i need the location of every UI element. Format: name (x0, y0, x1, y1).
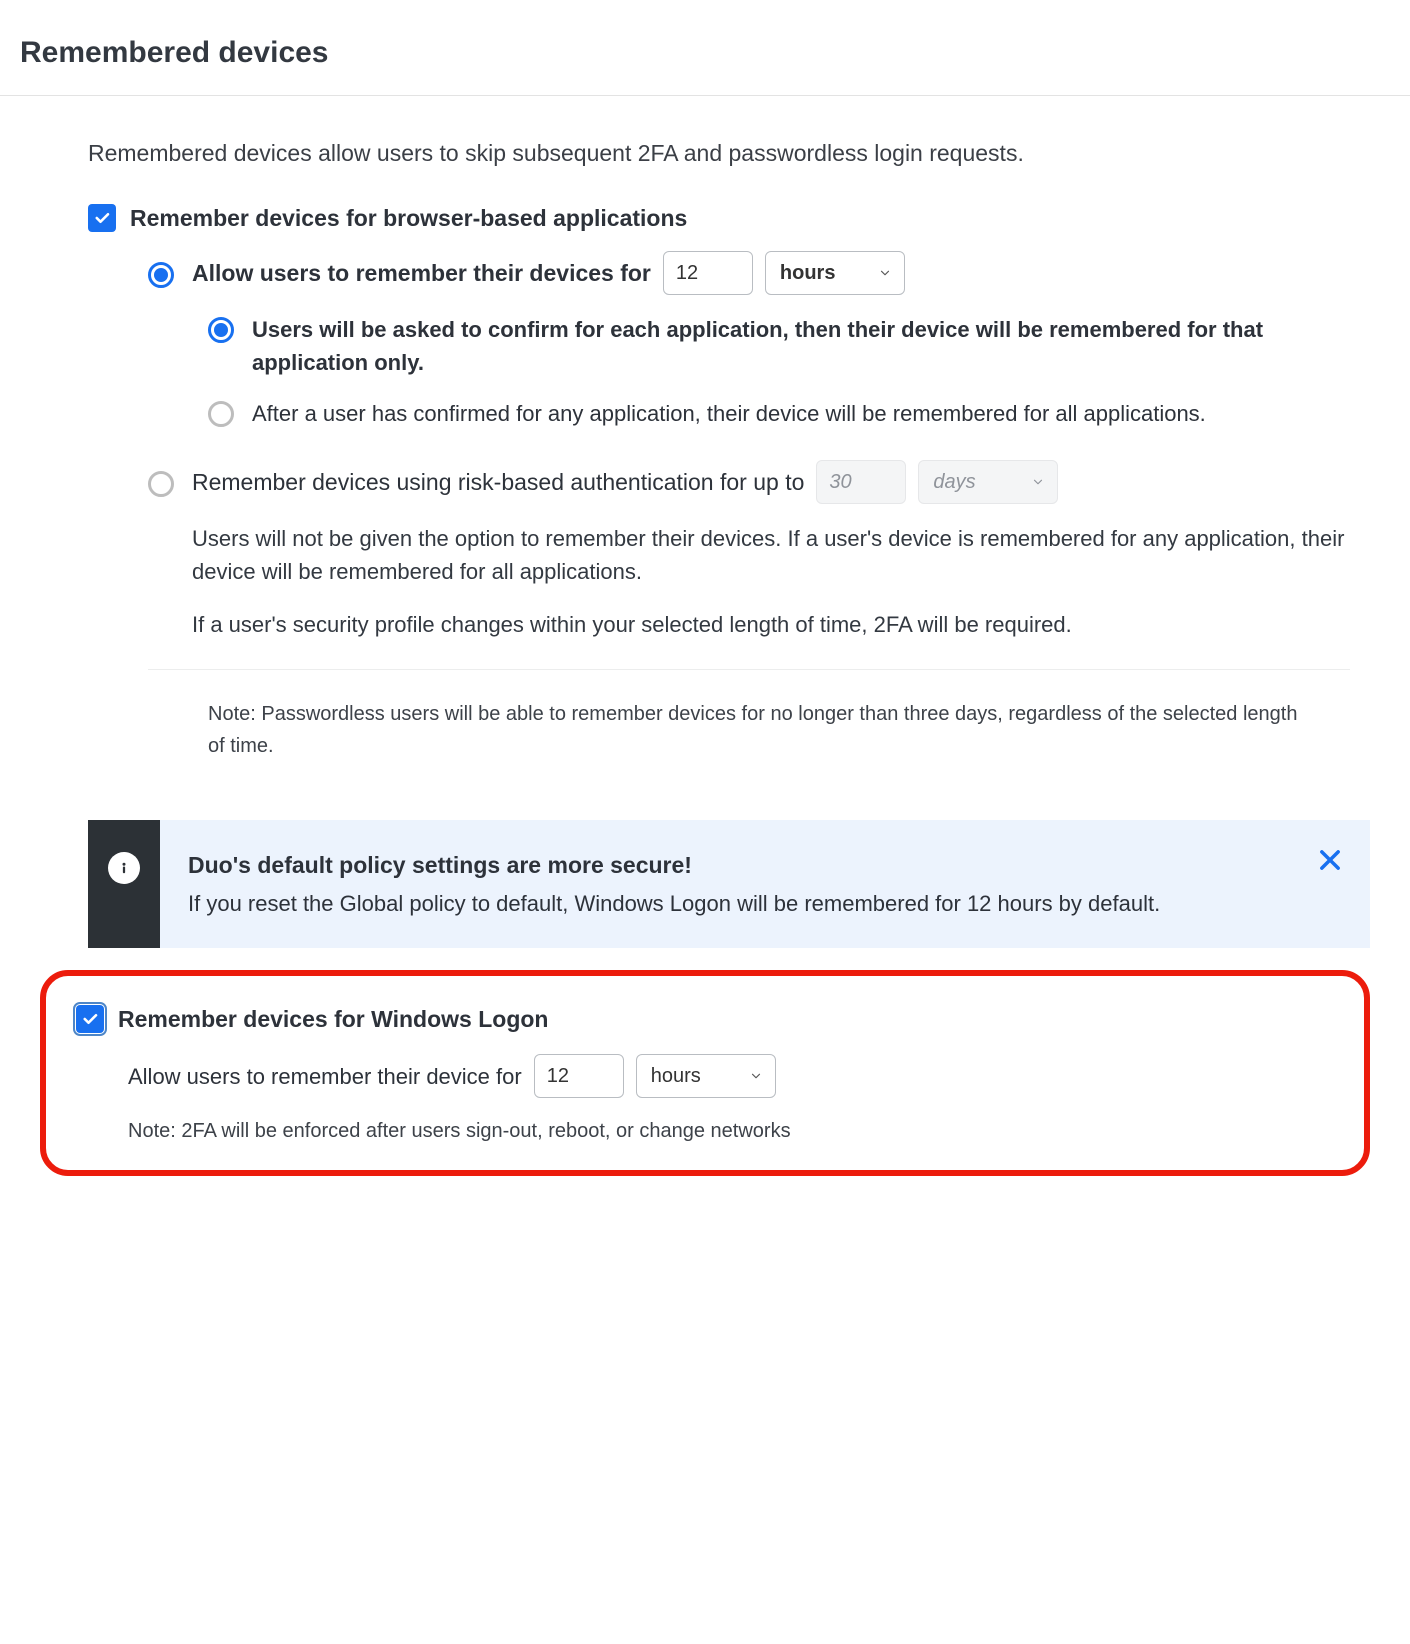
browser-duration-unit-value: hours (780, 258, 836, 288)
close-icon (1316, 846, 1344, 874)
windows-duration-input[interactable] (534, 1054, 624, 1098)
passwordless-note: Note: Passwordless users will be able to… (208, 698, 1310, 762)
banner-body: Duo's default policy settings are more s… (160, 820, 1370, 948)
banner-title: Duo's default policy settings are more s… (188, 848, 1310, 883)
banner-text: If you reset the Global policy to defaul… (188, 891, 1160, 916)
risk-duration-unit-select: days (918, 460, 1058, 504)
radio-risk-based-control[interactable] (148, 471, 174, 497)
check-icon (93, 209, 111, 227)
radio-allow-duration-control[interactable] (148, 262, 174, 288)
browser-duration-unit-select[interactable]: hours (765, 251, 905, 295)
remember-browser-checkbox[interactable] (88, 204, 116, 232)
windows-duration-unit-value: hours (651, 1061, 701, 1091)
remember-windows-label: Remember devices for Windows Logon (118, 1002, 548, 1037)
banner-close-button[interactable] (1316, 846, 1344, 874)
risk-duration-unit-value: days (933, 467, 975, 497)
radio-confirm-each-app-label: Users will be asked to confirm for each … (252, 313, 1350, 379)
windows-logon-section: Remember devices for Windows Logon Allow… (40, 970, 1370, 1177)
remember-windows-checkbox-row[interactable]: Remember devices for Windows Logon (76, 1002, 1334, 1037)
remember-browser-checkbox-row[interactable]: Remember devices for browser-based appli… (88, 201, 1350, 236)
remember-windows-checkbox[interactable] (76, 1005, 104, 1033)
banner-dark-strip (88, 820, 160, 948)
intro-text: Remembered devices allow users to skip s… (88, 136, 1350, 171)
windows-duration-prefix: Allow users to remember their device for (128, 1060, 522, 1093)
radio-risk-based[interactable]: Remember devices using risk-based authen… (148, 460, 1350, 504)
windows-note: Note: 2FA will be enforced after users s… (128, 1116, 1334, 1146)
risk-desc-1: Users will not be given the option to re… (192, 522, 1350, 588)
info-icon (108, 852, 140, 884)
allow-duration-prefix: Allow users to remember their devices fo… (192, 256, 651, 291)
chevron-down-icon (878, 266, 892, 280)
radio-confirm-each-app-control[interactable] (208, 317, 234, 343)
radio-allow-duration-label: Allow users to remember their devices fo… (192, 251, 905, 295)
radio-risk-based-label: Remember devices using risk-based authen… (192, 460, 1058, 504)
radio-confirm-each-app[interactable]: Users will be asked to confirm for each … (208, 313, 1350, 379)
chevron-down-icon (749, 1069, 763, 1083)
settings-panel: Remembered devices allow users to skip s… (0, 95, 1410, 810)
risk-desc-2: If a user's security profile changes wit… (192, 608, 1350, 641)
radio-allow-duration[interactable]: Allow users to remember their devices fo… (148, 251, 1350, 295)
section-title: Remembered devices (20, 30, 1410, 75)
info-banner: Duo's default policy settings are more s… (88, 820, 1370, 948)
radio-confirm-any-app[interactable]: After a user has confirmed for any appli… (208, 397, 1350, 430)
windows-duration-row: Allow users to remember their device for… (128, 1054, 1334, 1098)
remember-browser-label: Remember devices for browser-based appli… (130, 201, 687, 236)
separator (148, 669, 1350, 670)
radio-confirm-any-app-label: After a user has confirmed for any appli… (252, 397, 1206, 430)
check-icon (81, 1010, 99, 1028)
risk-duration-input (816, 460, 906, 504)
windows-duration-unit-select[interactable]: hours (636, 1054, 776, 1098)
radio-confirm-any-app-control[interactable] (208, 401, 234, 427)
chevron-down-icon (1031, 475, 1045, 489)
browser-duration-input[interactable] (663, 251, 753, 295)
risk-prefix: Remember devices using risk-based authen… (192, 465, 804, 500)
